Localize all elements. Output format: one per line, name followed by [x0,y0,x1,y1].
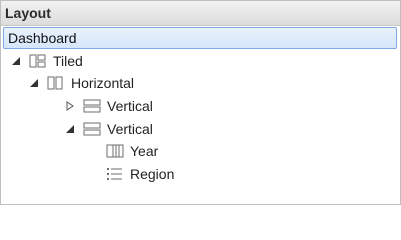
expanded-arrow-icon[interactable] [27,76,41,90]
tiled-layout-icon [29,54,47,68]
tree-item-label: Tiled [53,53,83,69]
layout-panel: Layout Dashboard Tiled Horizontal Vertic… [0,0,401,205]
tree-item-vertical-2[interactable]: Vertical [63,119,153,139]
horizontal-layout-icon [47,76,65,90]
tree-item-region[interactable]: Region [106,164,174,184]
panel-header: Layout [1,1,400,26]
tree-item-year[interactable]: Year [106,141,158,161]
dashboard-label: Dashboard [8,30,77,46]
expanded-arrow-icon[interactable] [9,54,23,68]
vertical-layout-icon [83,122,101,136]
expanded-arrow-icon[interactable] [63,122,77,136]
tree-item-vertical-1[interactable]: Vertical [63,96,153,116]
tree-item-label: Year [130,143,159,159]
year-chart-icon [106,144,124,158]
panel-title: Layout [5,5,51,21]
vertical-layout-icon [83,99,101,113]
tree-item-label: Vertical [107,98,153,114]
tree-item-label: Horizontal [71,75,135,91]
tree-item-horizontal[interactable]: Horizontal [27,73,134,93]
tree-item-dashboard[interactable]: Dashboard [3,27,397,49]
tree-item-label: Vertical [107,121,153,137]
tree-item-tiled[interactable]: Tiled [9,51,83,71]
region-list-icon [106,167,124,181]
tree-item-label: Region [130,166,175,182]
collapsed-arrow-icon[interactable] [63,99,77,113]
